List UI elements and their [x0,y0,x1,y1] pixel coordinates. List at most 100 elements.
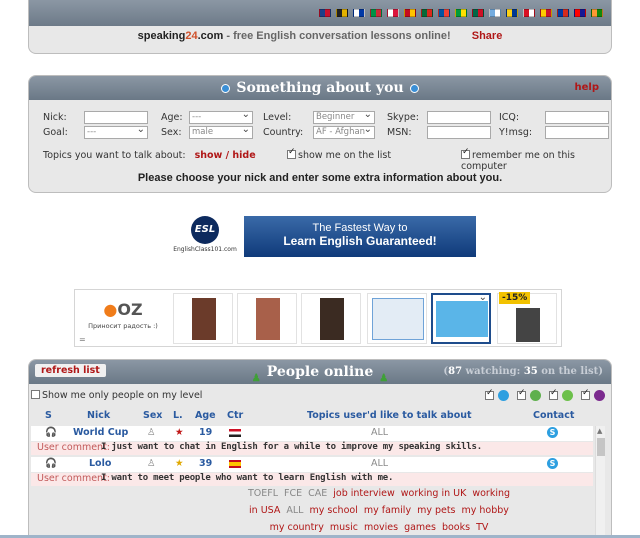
peru-flag-icon[interactable] [523,9,535,17]
egypt-flag-icon [229,429,241,437]
table-row[interactable]: 🎧 World Cup ♙ ★ 19 ALL S [31,426,593,441]
level-select[interactable]: Beginner [313,109,375,124]
topic-tag[interactable]: working in UK [401,488,467,499]
user-nick[interactable]: Lolo [89,458,111,469]
checkbox-icon[interactable] [581,388,590,400]
table-header: S Nick Sex L. Age Ctr Topics user'd like… [31,408,593,424]
icq-filter[interactable] [549,388,573,402]
site-name: speaking24.com [137,30,224,42]
brazil-flag-icon[interactable] [455,9,467,17]
topic-tag-cloud: TOEFL FCE CAE job interview working in UK wor… [229,485,529,536]
tag-line: in USA ALL my school my family my pets my hob… [229,502,529,519]
checkbox-icon[interactable] [517,388,526,400]
yahoo-filter[interactable] [581,388,605,402]
country-select[interactable]: AF - Afghan [313,126,375,139]
book-thumbnail-selected[interactable] [431,292,491,344]
scrollbar[interactable]: ▲ [595,426,605,538]
italy-flag-icon[interactable] [370,9,382,17]
topic-tag[interactable]: TV [476,522,488,533]
france-flag-icon[interactable] [438,9,450,17]
share-link[interactable]: Share [472,30,503,42]
topic-tag[interactable]: my pets [417,505,455,516]
topic-tag[interactable]: FCE [284,488,302,499]
age-select[interactable]: --- [189,109,253,124]
site-line: speaking24.com - free English conversati… [29,30,611,42]
book-thumbnail[interactable] [237,293,297,344]
croatia-flag-icon[interactable] [574,9,586,17]
esl-logo[interactable]: ESL EnglishClass101.com [172,216,238,258]
skype-input[interactable] [427,111,491,124]
about-header: Something about you help [29,76,611,100]
book-thumbnail[interactable] [173,293,233,344]
headset-icon: 🎧 [45,427,57,438]
portugal-flag-icon[interactable] [421,9,433,17]
show-hide-link[interactable]: show / hide [195,150,256,161]
msn-input[interactable] [427,126,491,139]
colombia-flag-icon[interactable] [506,9,518,17]
topic-tag[interactable]: working [472,488,510,499]
help-link[interactable]: help [575,82,600,93]
book-thumbnail[interactable] [301,293,361,344]
checkbox-icon[interactable] [485,388,494,400]
show-on-list-checkbox[interactable]: show me on the list [287,147,391,161]
checkbox-icon[interactable] [31,390,40,399]
book-cover-image [516,308,540,342]
sex-label: Sex: [161,127,182,138]
goal-select[interactable]: --- [84,124,148,139]
spain-flag-icon[interactable] [404,9,416,17]
russia-flag-icon[interactable] [353,9,365,17]
ymsg-input[interactable] [545,126,609,139]
topic-tag[interactable]: ALL [286,505,303,516]
about-title: Something about you [215,80,424,96]
user-nick[interactable]: World Cup [73,427,128,438]
nick-label: Nick: [43,112,67,123]
col-sex: Sex [143,410,163,421]
esl-site-text: EnglishClass101.com [173,246,237,253]
topic-tag[interactable]: job interview [333,488,395,499]
col-nick: Nick [87,410,111,421]
esl-ad-banner[interactable]: The Fastest Way to Learn English Guarant… [244,216,476,257]
topic-tag[interactable]: my hobby [462,505,509,516]
topic-tag[interactable]: movies [364,522,398,533]
about-panel: Something about you help Nick: Age: --- … [28,75,612,193]
topic-tag[interactable]: my country [270,522,324,533]
india-flag-icon[interactable] [591,9,603,17]
uk-flag-icon[interactable] [319,9,331,17]
chile-flag-icon[interactable] [557,9,569,17]
sex-select[interactable]: male [189,124,253,139]
poland-flag-icon[interactable] [387,9,399,17]
level-filter-checkbox[interactable]: Show me only people on my level [31,390,202,401]
book-thumbnail[interactable] [367,293,427,344]
topic-tag[interactable]: CAE [308,488,327,499]
checkbox-icon[interactable] [549,388,558,400]
table-row[interactable]: 🎧 Lolo ♙ ★ 39 ALL S [31,457,593,472]
skype-filter[interactable] [485,388,509,402]
checkbox-icon[interactable] [287,147,296,159]
topic-tag[interactable]: in USA [249,505,280,516]
instruction-text: Please choose your nick and enter some e… [137,172,503,184]
oz-logo-block: ●OZ Приносит радость :) = [75,290,171,346]
topic-tag[interactable]: music [330,522,358,533]
nick-input[interactable] [84,111,148,124]
yahoo-icon [594,390,605,401]
scroll-up-icon[interactable]: ▲ [597,427,602,435]
icq-input[interactable] [545,111,609,124]
topic-tag[interactable]: books [442,522,470,533]
msn-filter[interactable] [517,388,541,402]
remember-me-checkbox[interactable]: remember me on this computer [461,147,611,172]
skype-contact-icon[interactable]: S [547,427,558,438]
oz-ad-banner[interactable]: ●OZ Приносит радость :) = -15% [74,289,562,347]
tag-line: my country music movies games books TV [229,519,529,536]
venezuela-flag-icon[interactable] [540,9,552,17]
argentina-flag-icon[interactable] [489,9,501,17]
topic-tag[interactable]: my school [309,505,357,516]
topic-tag[interactable]: my family [364,505,411,516]
mexico-flag-icon[interactable] [472,9,484,17]
skype-contact-icon[interactable]: S [547,458,558,469]
germany-flag-icon[interactable] [336,9,348,17]
esl-banner-line2: Learn English Guaranteed! [283,234,437,248]
scroll-thumb[interactable] [597,438,605,456]
topic-tag[interactable]: TOEFL [248,488,278,499]
checkbox-icon[interactable] [461,147,470,159]
topic-tag[interactable]: games [404,522,436,533]
